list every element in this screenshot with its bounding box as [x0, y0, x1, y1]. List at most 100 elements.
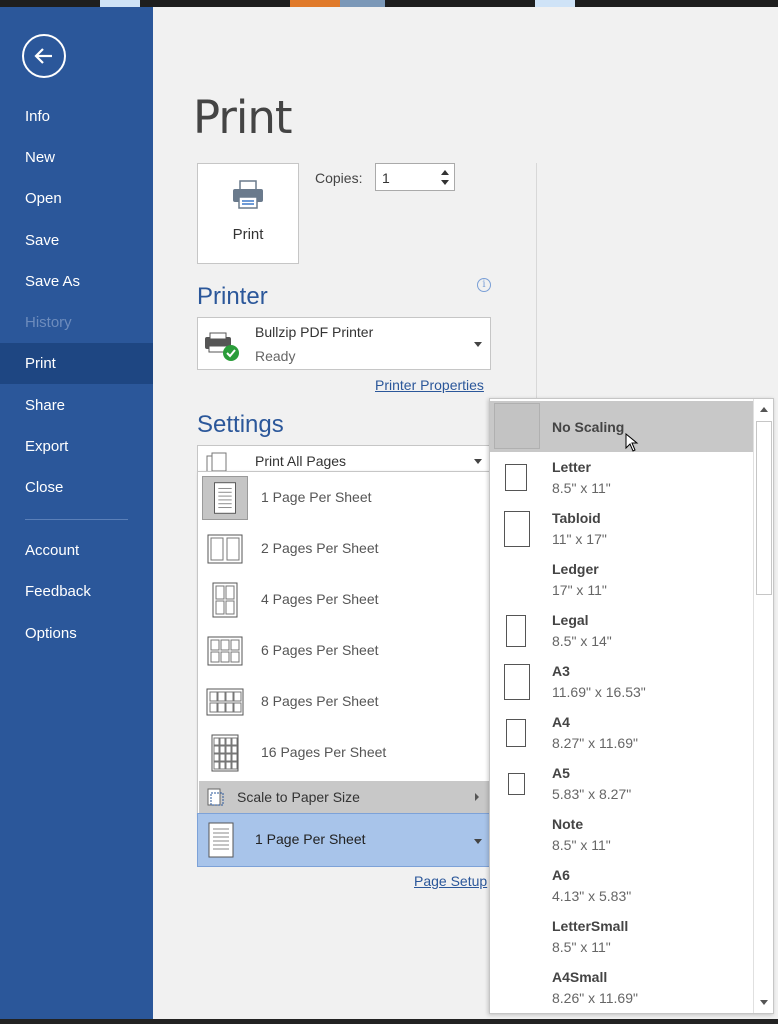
pages-per-sheet-current: 1 Page Per Sheet [255, 831, 366, 847]
backstage-sidebar: Info New Open Save Save As History Print… [0, 7, 153, 1020]
info-icon[interactable]: i [477, 278, 491, 292]
nav-feedback[interactable]: Feedback [0, 571, 153, 612]
submenu-arrow-icon [475, 793, 479, 801]
paper-name: LetterSmall [552, 918, 629, 934]
pps-option-label: 4 Pages Per Sheet [261, 591, 379, 607]
eight-pages-icon [206, 688, 244, 716]
paper-name: A5 [552, 765, 570, 781]
paper-option-lettersmall[interactable]: LetterSmall 8.5" x 11" [490, 911, 753, 962]
paper-option-a5[interactable]: A5 5.83" x 8.27" [490, 758, 753, 809]
paper-option-tabloid[interactable]: Tabloid 11" x 17" [490, 503, 753, 554]
pps-option-1[interactable]: 1 Page Per Sheet [198, 472, 489, 523]
pps-option-4[interactable]: 4 Pages Per Sheet [198, 574, 489, 625]
paper-option-a3[interactable]: A3 11.69" x 16.53" [490, 656, 753, 707]
paper-option-note[interactable]: Note 8.5" x 11" [490, 809, 753, 860]
printer-name: Bullzip PDF Printer [255, 324, 374, 340]
paper-thumbnail [504, 511, 530, 547]
print-button-label: Print [232, 226, 264, 243]
pps-option-2[interactable]: 2 Pages Per Sheet [198, 523, 489, 574]
paper-thumbnail [504, 664, 530, 700]
pps-option-8[interactable]: 8 Pages Per Sheet [198, 676, 489, 727]
paper-dimensions: 11.69" x 16.53" [552, 684, 646, 700]
copies-value[interactable]: 1 [382, 170, 390, 186]
paper-dimensions: 17" x 11" [552, 582, 607, 598]
six-pages-icon [207, 636, 243, 666]
scroll-up-icon[interactable] [760, 407, 768, 412]
paper-list-scrollbar[interactable] [753, 399, 773, 1013]
paper-name: Ledger [552, 561, 599, 577]
scrollbar-thumb[interactable] [756, 421, 772, 595]
nav-save-as[interactable]: Save As [0, 261, 153, 302]
printer-properties-link[interactable]: Printer Properties [375, 377, 484, 393]
paper-dimensions: 8.5" x 11" [552, 939, 611, 955]
paper-name: A6 [552, 867, 570, 883]
printer-heading: Printer [197, 283, 268, 310]
pps-option-label: 16 Pages Per Sheet [261, 744, 387, 760]
pps-option-16[interactable]: 16 Pages Per Sheet [198, 727, 489, 778]
one-page-icon [208, 822, 234, 858]
back-arrow-icon [34, 48, 52, 64]
window-top-strip [0, 0, 778, 7]
paper-option-ledger[interactable]: Ledger 17" x 11" [490, 554, 753, 605]
paper-name: Legal [552, 612, 589, 628]
paper-name: Letter [552, 459, 591, 475]
paper-option-a6[interactable]: A6 4.13" x 5.83" [490, 860, 753, 911]
paper-name: Tabloid [552, 510, 601, 526]
two-pages-icon [207, 534, 243, 564]
nav-print[interactable]: Print [0, 343, 153, 384]
pps-option-label: 2 Pages Per Sheet [261, 540, 379, 556]
page-setup-link[interactable]: Page Setup [414, 873, 487, 889]
paper-name: A3 [552, 663, 570, 679]
printer-ready-icon [205, 332, 239, 361]
paper-thumbnail [494, 403, 540, 449]
nav-history: History [25, 314, 72, 331]
paper-dimensions: 8.26" x 11.69" [552, 990, 638, 1006]
scroll-down-icon[interactable] [760, 1000, 768, 1005]
paper-thumbnail [506, 719, 526, 747]
pps-option-label: 6 Pages Per Sheet [261, 642, 379, 658]
pps-option-6[interactable]: 6 Pages Per Sheet [198, 625, 489, 676]
printer-icon [233, 180, 263, 209]
nav-save[interactable]: Save [0, 220, 153, 261]
paper-option-a4[interactable]: A4 8.27" x 11.69" [490, 707, 753, 758]
paper-option-a4small[interactable]: A4Small 8.26" x 11.69" [490, 962, 753, 1013]
print-button[interactable]: Print [197, 163, 299, 264]
pages-per-sheet-select[interactable]: 1 Page Per Sheet [197, 813, 491, 867]
paper-thumbnail [505, 464, 527, 491]
pages-per-sheet-dropdown: 1 Page Per Sheet 2 Pages Per Sheet 4 Pag… [197, 471, 490, 817]
paper-name: A4Small [552, 969, 608, 985]
printer-select[interactable]: Bullzip PDF Printer Ready [197, 317, 491, 370]
nav-export[interactable]: Export [0, 426, 153, 467]
spinner-arrows-icon[interactable] [440, 167, 450, 189]
window-bottom-strip [0, 1019, 778, 1024]
one-page-icon [202, 476, 248, 520]
nav-close[interactable]: Close [0, 467, 153, 508]
scale-page-icon [207, 788, 224, 806]
page-title: Print [193, 91, 293, 144]
paper-dimensions: 8.5" x 14" [552, 633, 612, 649]
paper-name: No Scaling [552, 419, 625, 435]
paper-dimensions: 8.5" x 11" [552, 837, 611, 853]
scale-to-paper-size-item[interactable]: Scale to Paper Size [199, 781, 489, 813]
paper-dimensions: 5.83" x 8.27" [552, 786, 632, 802]
copies-stepper[interactable]: 1 [375, 163, 455, 191]
mouse-cursor-icon [625, 433, 639, 452]
nav-open[interactable]: Open [0, 178, 153, 219]
print-range-label: Print All Pages [255, 453, 347, 469]
paper-thumbnail [508, 773, 525, 795]
paper-name: A4 [552, 714, 570, 730]
nav-account[interactable]: Account [0, 530, 153, 571]
sixteen-pages-icon [211, 734, 239, 772]
four-pages-icon [212, 582, 238, 618]
nav-share[interactable]: Share [0, 385, 153, 426]
paper-option-no-scaling[interactable]: No Scaling [490, 401, 753, 452]
pps-option-label: 1 Page Per Sheet [261, 489, 372, 505]
paper-option-legal[interactable]: Legal 8.5" x 14" [490, 605, 753, 656]
settings-heading: Settings [197, 411, 284, 438]
paper-option-letter[interactable]: Letter 8.5" x 11" [490, 452, 753, 503]
nav-options[interactable]: Options [0, 613, 153, 654]
back-button[interactable] [22, 34, 66, 78]
column-divider [536, 163, 537, 399]
nav-new[interactable]: New [0, 137, 153, 178]
nav-info[interactable]: Info [0, 96, 153, 137]
